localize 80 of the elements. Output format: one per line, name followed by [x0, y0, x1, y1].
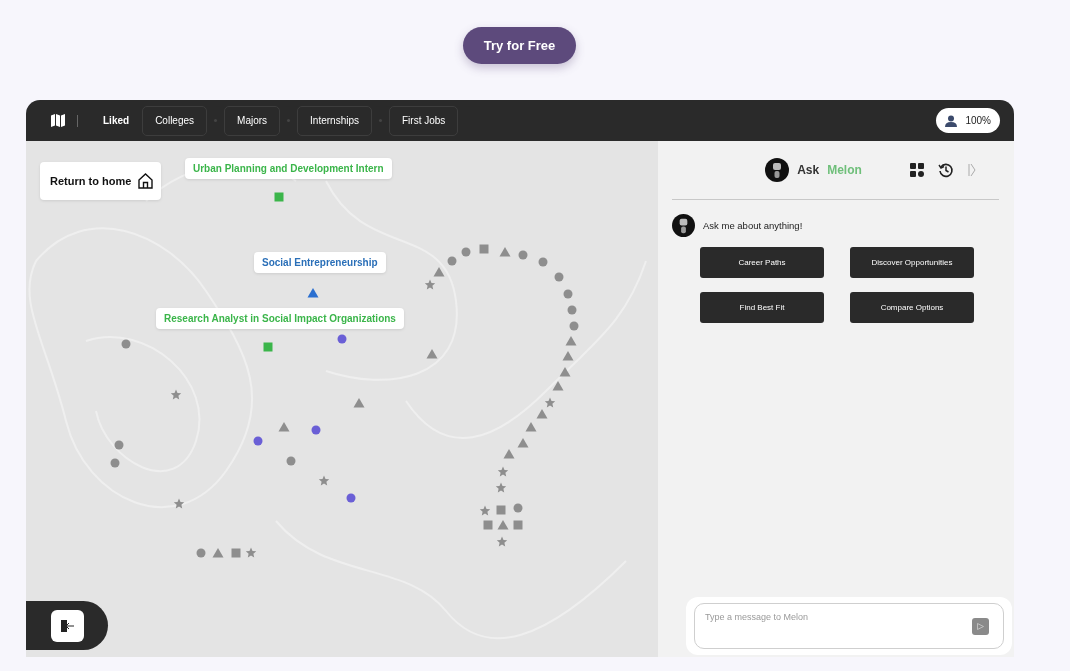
- map-marker[interactable]: [544, 397, 556, 408]
- map-marker[interactable]: [346, 493, 356, 503]
- map-marker[interactable]: [433, 267, 445, 277]
- nav-tab[interactable]: First Jobs: [389, 105, 459, 136]
- map-marker[interactable]: [497, 466, 509, 477]
- map-marker[interactable]: [231, 548, 241, 558]
- user-icon: [945, 114, 958, 127]
- history-icon[interactable]: [937, 162, 954, 178]
- nav-tab[interactable]: Majors: [224, 105, 281, 136]
- map-marker[interactable]: [518, 250, 528, 260]
- map-marker[interactable]: [253, 436, 263, 446]
- map-marker[interactable]: [483, 520, 493, 530]
- robot-avatar-icon: [672, 214, 695, 237]
- map-marker[interactable]: [278, 422, 290, 432]
- map-marker[interactable]: [479, 244, 489, 254]
- map-icon[interactable]: [51, 114, 65, 127]
- suggestion-button[interactable]: Compare Options: [850, 292, 974, 323]
- map-marker[interactable]: [499, 247, 511, 257]
- map-canvas[interactable]: Return to home Urban Planning and Development Intern Social Entrepreneurship Research Analyst in Social Impact Organizations: [26, 141, 658, 657]
- suggestion-button[interactable]: Discover Opportunities: [850, 247, 974, 278]
- exit-button[interactable]: [50, 609, 84, 642]
- map-marker[interactable]: [517, 438, 529, 448]
- map-marker[interactable]: [263, 342, 273, 352]
- grid-icon[interactable]: [909, 163, 924, 177]
- map-marker[interactable]: [538, 257, 548, 267]
- chat-title-accent: Melon: [827, 163, 862, 177]
- send-icon: [977, 623, 984, 630]
- chat-message: Ask me about anything!: [703, 220, 803, 231]
- map-marker[interactable]: [307, 288, 319, 298]
- suggestion-button[interactable]: Career Paths: [700, 247, 824, 278]
- map-marker[interactable]: [496, 536, 508, 547]
- map-marker[interactable]: [461, 247, 471, 257]
- map-marker[interactable]: [536, 409, 548, 419]
- map-marker[interactable]: [212, 548, 224, 558]
- send-button[interactable]: [972, 618, 989, 635]
- exit-door-icon: [59, 617, 75, 634]
- map-marker[interactable]: [110, 458, 120, 468]
- map-marker[interactable]: [479, 505, 491, 516]
- map-marker[interactable]: [318, 475, 330, 486]
- map-marker[interactable]: [286, 456, 296, 466]
- map-marker[interactable]: [513, 503, 523, 513]
- map-marker[interactable]: [274, 192, 284, 202]
- map-marker[interactable]: [565, 336, 577, 346]
- map-marker[interactable]: [447, 256, 457, 266]
- map-marker[interactable]: [114, 440, 124, 450]
- suggestion-button[interactable]: Find Best Fit: [700, 292, 824, 323]
- map-marker[interactable]: [513, 520, 523, 530]
- map-marker[interactable]: [337, 334, 347, 344]
- return-home-button[interactable]: Return to home: [40, 162, 162, 200]
- map-marker[interactable]: [121, 339, 131, 349]
- map-marker[interactable]: [426, 349, 438, 359]
- map-marker[interactable]: [563, 289, 573, 299]
- map-marker[interactable]: [569, 321, 579, 331]
- nav-tab[interactable]: Internships: [297, 105, 372, 136]
- nav-tab[interactable]: Liked: [90, 105, 143, 136]
- map-marker[interactable]: [496, 505, 506, 515]
- nav-tab[interactable]: Colleges: [142, 105, 208, 136]
- map-marker[interactable]: [311, 425, 321, 435]
- map-marker[interactable]: [552, 381, 564, 391]
- map-marker[interactable]: [503, 449, 515, 459]
- map-marker[interactable]: [196, 548, 206, 558]
- map-marker[interactable]: [495, 482, 507, 493]
- map-marker[interactable]: [554, 272, 564, 282]
- map-marker[interactable]: [525, 422, 537, 432]
- map-marker[interactable]: [424, 279, 436, 290]
- robot-avatar-icon: [765, 158, 790, 182]
- map-marker[interactable]: [497, 520, 509, 530]
- try-for-free-button[interactable]: Try for Free: [463, 27, 576, 64]
- map-marker[interactable]: [562, 351, 574, 361]
- profile-button[interactable]: 100%: [936, 108, 1000, 133]
- map-marker[interactable]: [353, 398, 365, 408]
- chat-title: Ask: [797, 163, 820, 177]
- map-label[interactable]: Social Entrepreneurship: [254, 252, 386, 273]
- map-marker[interactable]: [567, 305, 577, 315]
- map-marker[interactable]: [559, 367, 571, 377]
- map-marker[interactable]: [245, 547, 257, 558]
- map-marker[interactable]: [173, 498, 185, 509]
- collapse-icon[interactable]: [967, 163, 976, 177]
- home-icon: [138, 173, 154, 189]
- map-marker[interactable]: [170, 389, 182, 400]
